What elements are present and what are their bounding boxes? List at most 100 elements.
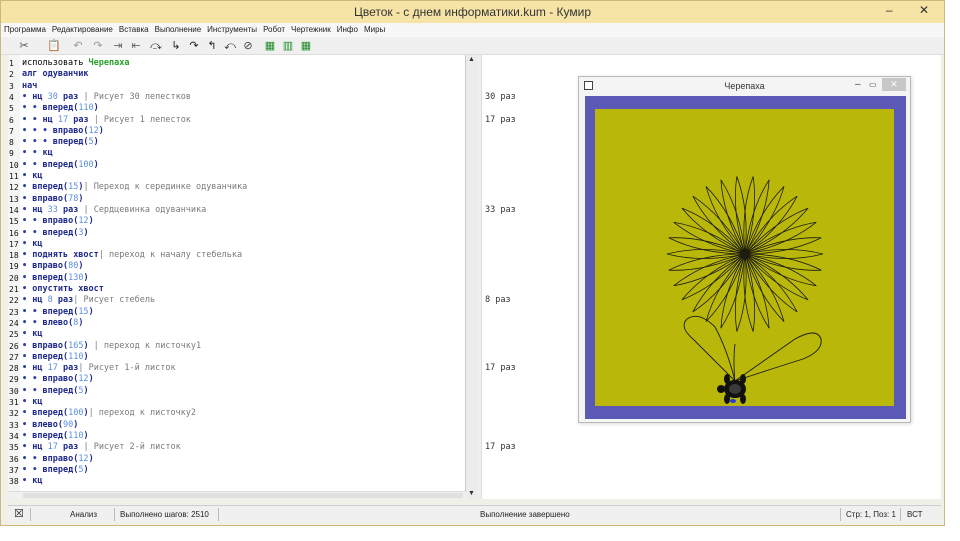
paste-icon[interactable]: 📋 (47, 39, 61, 53)
line-number: 17 (9, 239, 19, 249)
scroll-up-icon[interactable]: ▲ (468, 56, 475, 63)
code-token: • (22, 430, 33, 441)
code-token: • • • (22, 125, 53, 136)
line-number: 10 (9, 160, 19, 170)
turtle-window: Черепаха – ▭ ✕ (578, 76, 911, 423)
margin-note: 30 раз (485, 91, 516, 102)
code-token: | переход к листочку1 (88, 340, 202, 351)
code-token: алг одуванчик (22, 69, 89, 80)
code-token: раз (57, 204, 79, 215)
code-token: | переход к листочку2 (88, 408, 197, 419)
editor-horizontal-scrollbar[interactable] (8, 491, 466, 499)
code-token: • • • (22, 137, 53, 148)
code-token: кц (32, 171, 43, 181)
code-text: • • • вперед(5) (22, 137, 99, 148)
code-token: • (22, 193, 33, 204)
code-token: 100 (78, 159, 94, 170)
code-text: • кц (22, 171, 43, 182)
redo-icon[interactable]: ↷ (91, 39, 105, 53)
code-editor[interactable]: 1 использовать Черепаха 2 алг одуванчик 3 нач… (8, 55, 466, 491)
line-number: 38 (9, 477, 19, 487)
turtle-field[interactable] (595, 109, 894, 406)
code-token: Черепаха (88, 58, 130, 68)
code-text: • • нц 17 раз | Рисует 1 лепесток (22, 115, 191, 126)
grid-one-icon[interactable]: ▦ (263, 39, 277, 53)
code-token: раз (52, 295, 74, 306)
code-text: • влево(90) (22, 420, 78, 431)
code-token: ) (83, 464, 89, 475)
line-number: 9 (9, 149, 14, 159)
grid-four-icon[interactable]: ▦ (299, 39, 313, 53)
close-button[interactable]: ✕ (919, 3, 929, 17)
code-token: • • (22, 148, 43, 159)
line-number: 29 (9, 375, 19, 385)
code-token: раз (57, 91, 79, 102)
menu-item[interactable]: Робот (260, 23, 288, 34)
code-token: ) (88, 306, 94, 317)
turtle-head (717, 385, 725, 393)
grid-two-icon[interactable]: ▥ (281, 39, 295, 53)
code-token: поднять хвост (32, 250, 99, 261)
menu-item[interactable]: Редактирование (49, 23, 116, 34)
line-number: 27 (9, 352, 19, 362)
close-panel-icon[interactable]: ☒ (14, 507, 24, 520)
step-over-icon[interactable]: ↷ (187, 39, 201, 53)
steps-counter: Выполнено шагов: 2510 (120, 510, 209, 519)
menu-item[interactable]: Программа (1, 23, 49, 34)
code-token: раз (57, 363, 79, 374)
code-token: вперед( (42, 159, 79, 170)
code-token: • • (22, 114, 43, 125)
code-text: • нц 30 раз | Рисует 30 лепестков (22, 92, 191, 103)
stop-icon[interactable]: ⊘ (241, 39, 255, 53)
code-text: • • вправо(12) (22, 454, 94, 465)
minimize-button[interactable]: – (886, 3, 893, 17)
undo-icon[interactable]: ↶ (71, 39, 85, 53)
code-token: 110 (68, 351, 84, 362)
title-bar: Цветок - с днем информатики.kum - Кумир … (1, 1, 944, 23)
code-text: • • вперед(5) (22, 465, 89, 476)
menu-item[interactable]: Выполнение (152, 23, 205, 34)
code-text: • • вперед(3) (22, 228, 89, 239)
scrollbar-thumb[interactable] (23, 493, 463, 498)
code-text: • • вправо(12) (22, 216, 94, 227)
code-token: ) (88, 453, 94, 464)
menu-item[interactable]: Вставка (116, 23, 152, 34)
code-text: • вправо(80) (22, 261, 83, 272)
return-icon[interactable]: ⤺ (223, 39, 237, 53)
editor-vertical-scrollbar[interactable]: ▲ ▼ (466, 55, 478, 499)
line-number: 15 (9, 217, 19, 227)
code-token: вперед( (42, 227, 79, 238)
code-token: 110 (68, 430, 84, 441)
turtle-leg (724, 374, 730, 384)
step-icon[interactable]: ⤼ (149, 39, 163, 53)
scroll-down-icon[interactable]: ▼ (468, 490, 475, 497)
analysis-label: Анализ (70, 510, 98, 519)
turtle-shell-pattern (729, 384, 741, 394)
code-token: • (22, 340, 33, 351)
code-token: ) (98, 125, 104, 136)
code-token: 78 (68, 193, 79, 204)
code-token: вправо( (42, 216, 79, 227)
menu-item[interactable]: Миры (361, 23, 388, 34)
indent-icon[interactable]: ⇥ (111, 39, 125, 53)
code-token: • (22, 261, 33, 272)
unindent-icon[interactable]: ⇤ (129, 39, 143, 53)
turtle-close-button[interactable]: ✕ (882, 78, 906, 91)
line-number: 25 (9, 330, 19, 340)
code-token: • (22, 250, 33, 261)
step-out-icon[interactable]: ↰ (205, 39, 219, 53)
line-number: 23 (9, 307, 19, 317)
turtle-minimize-button[interactable]: – (855, 79, 861, 90)
menu-item[interactable]: Инфо (334, 23, 361, 34)
line-number: 2 (9, 70, 14, 80)
code-token: вправо( (32, 340, 69, 351)
cut-icon[interactable]: ✂ (17, 39, 31, 53)
turtle-maximize-button[interactable]: ▭ (869, 80, 877, 89)
leaf-left (683, 315, 736, 382)
menu-item[interactable]: Инструменты (204, 23, 260, 34)
code-token: 12 (78, 374, 89, 385)
step-in-icon[interactable]: ↳ (169, 39, 183, 53)
code-text: • • вперед(100) (22, 160, 99, 171)
menu-item[interactable]: Чертежник (288, 23, 334, 34)
line-number: 3 (9, 81, 14, 91)
